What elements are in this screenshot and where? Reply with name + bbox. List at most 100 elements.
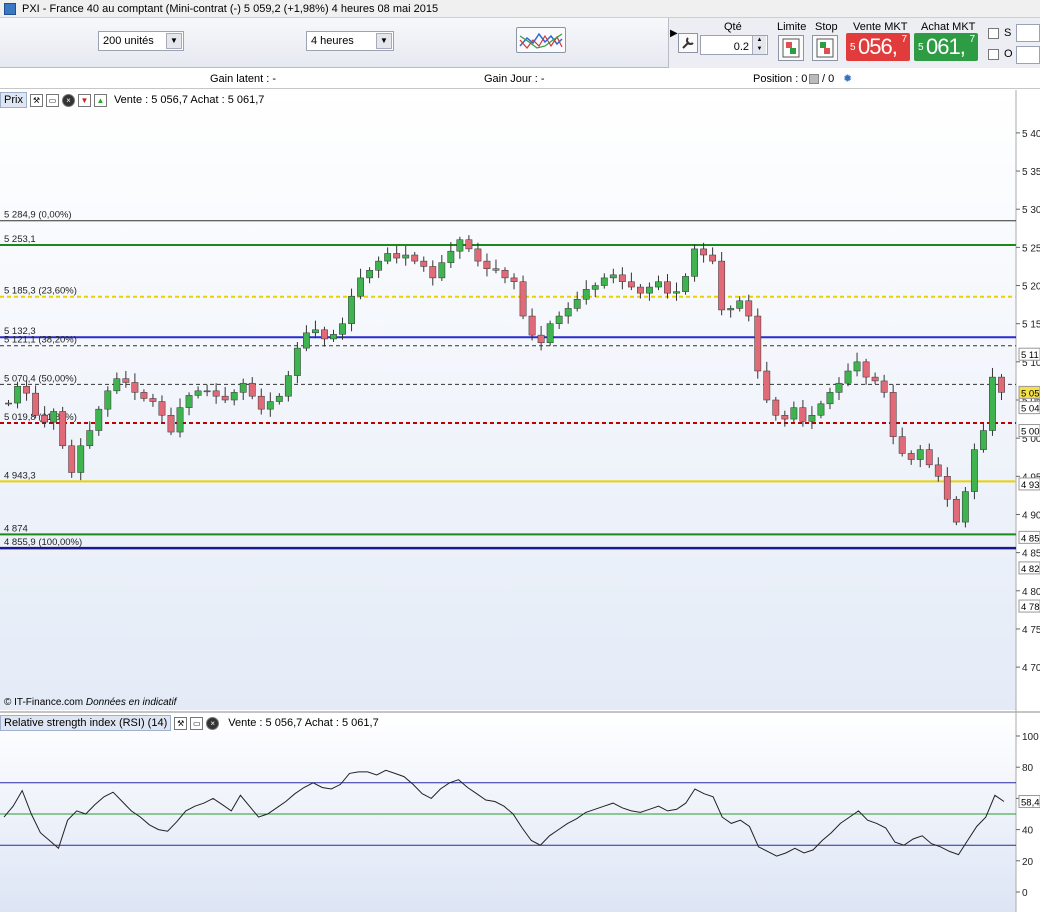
timeframe-select[interactable]: 4 heures ▼ (306, 31, 394, 51)
sell-price-decimal: 7 (901, 34, 907, 45)
price-marker-label: 5 11 (1021, 350, 1039, 361)
buy-mkt-label: Achat MKT (921, 21, 976, 33)
chart-area[interactable]: 5 284,9 (0,00%) 5 253,1 5 185,3 (23,60%) 5 … (0, 90, 1040, 912)
sell-mkt-button[interactable]: 5 056, 7 (846, 33, 910, 61)
wrench-icon[interactable]: ⚒ (29, 93, 43, 107)
fib-label: 5 253,1 (4, 234, 36, 245)
credits: © IT-Finance.com Données en indicatif (4, 697, 176, 708)
candle-body (393, 253, 401, 259)
candle-body (312, 329, 319, 334)
strategy-chart-icon (519, 32, 563, 49)
price-panel-title[interactable]: Prix (0, 92, 27, 108)
candle-body (582, 289, 590, 300)
candle-body (718, 260, 726, 311)
price-tick-label: 4 85 (1022, 549, 1040, 560)
move-up-icon[interactable]: ▲ (93, 93, 107, 107)
candle-body (122, 378, 130, 383)
candle-body (14, 386, 21, 404)
qty-stepper[interactable]: ▲ ▼ (752, 36, 766, 54)
gear-icon[interactable]: ✹ (843, 72, 852, 85)
gain-latent: Gain latent : - (210, 73, 277, 85)
order-checkbox-label: O (1004, 48, 1013, 60)
size-select[interactable]: 200 unités ▼ (98, 31, 184, 51)
rsi-tick-label: 20 (1022, 857, 1034, 868)
candle-body (664, 281, 671, 294)
candle-body (95, 408, 103, 431)
candle-body (293, 347, 301, 376)
candle-body (826, 392, 834, 405)
maximize-icon[interactable]: ▭ (190, 716, 204, 730)
candle-body (591, 285, 599, 290)
price-tick-label: 5 20 (1022, 282, 1040, 293)
buy-price-main: 061, (926, 34, 966, 59)
candle-body (646, 286, 653, 294)
rsi-panel-quote: Vente : 5 056,7 Achat : 5 061,7 (228, 717, 379, 729)
stop-checkbox[interactable] (988, 28, 999, 39)
wrench-icon[interactable]: ⚒ (174, 716, 188, 730)
candle-body (402, 254, 410, 259)
candle-body (77, 445, 85, 473)
candle-body (799, 407, 807, 422)
candle-body (537, 334, 545, 344)
move-down-icon[interactable]: ▼ (77, 93, 91, 107)
price-panel-header: Prix ⚒ ▭ × ▼ ▲ Vente : 5 056,7 Achat : 5… (0, 91, 264, 109)
strategy-button[interactable] (516, 27, 566, 53)
candle-body (970, 449, 978, 492)
candle-body (375, 260, 383, 271)
rsi-panel-title[interactable]: Relative strength index (RSI) (14) (0, 715, 172, 731)
fib-label: 5 284,9 (0,00%) (4, 210, 72, 221)
settings-wrench-button[interactable] (678, 33, 698, 53)
rsi-axis: 02040608010058,4 (1016, 732, 1040, 899)
disclaimer-text: Données en indicatif (85, 697, 177, 708)
gain-jour: Gain Jour : - (484, 73, 545, 85)
price-marker-label: 5 04 (1021, 404, 1040, 415)
candle-body (880, 380, 888, 393)
candle-body (510, 277, 518, 282)
limit-button[interactable] (778, 35, 804, 61)
candle-body (230, 392, 238, 401)
fib-label: 5 070,4 (50,00%) (4, 373, 77, 384)
timeframe-select-value: 4 heures (311, 35, 354, 47)
candle-body (158, 401, 166, 416)
candle-body (275, 395, 283, 402)
candle-body (203, 390, 211, 393)
close-icon[interactable]: × (206, 716, 220, 730)
buy-mkt-button[interactable]: 5 061, 7 (914, 33, 978, 61)
rsi-panel-header: Relative strength index (RSI) (14) ⚒ ▭ ×… (0, 714, 379, 732)
candle-body (212, 390, 220, 397)
candle-body (736, 300, 744, 309)
candle-body (673, 291, 680, 294)
candle-body (871, 376, 879, 382)
stop-button[interactable] (812, 35, 838, 61)
order-checkbox[interactable] (988, 49, 999, 60)
candle-body (131, 382, 139, 393)
candle-body (447, 250, 455, 263)
panel-toggle-icon[interactable]: ▶ (670, 28, 678, 39)
candle-body (519, 281, 527, 317)
candle-body (609, 274, 617, 279)
candle-body (113, 378, 121, 392)
stop-distance-input[interactable] (1016, 24, 1040, 42)
candle-body (555, 315, 563, 324)
maximize-icon[interactable]: ▭ (45, 93, 59, 107)
candle-body (176, 407, 184, 433)
candle-body (781, 415, 789, 420)
candle-body (104, 390, 112, 410)
candle-body (140, 392, 148, 399)
stop-order-icon (816, 38, 834, 58)
rsi-tick-label: 0 (1022, 888, 1028, 899)
price-tick-label: 5 25 (1022, 243, 1040, 254)
sell-mkt-label: Vente MKT (853, 21, 908, 33)
candle-body (700, 248, 708, 256)
buy-price-decimal: 7 (969, 34, 975, 45)
candle-body (366, 270, 374, 279)
close-icon[interactable]: × (61, 93, 75, 107)
candle-body (952, 498, 960, 523)
order-distance-input[interactable] (1016, 46, 1040, 64)
price-tick-label: 4 80 (1022, 587, 1040, 598)
position-detail-icon[interactable] (809, 74, 819, 84)
candle-body (456, 239, 464, 252)
price-marker-label: 4 82 (1021, 564, 1040, 575)
candle-body (862, 361, 870, 378)
candle-body (943, 476, 951, 500)
